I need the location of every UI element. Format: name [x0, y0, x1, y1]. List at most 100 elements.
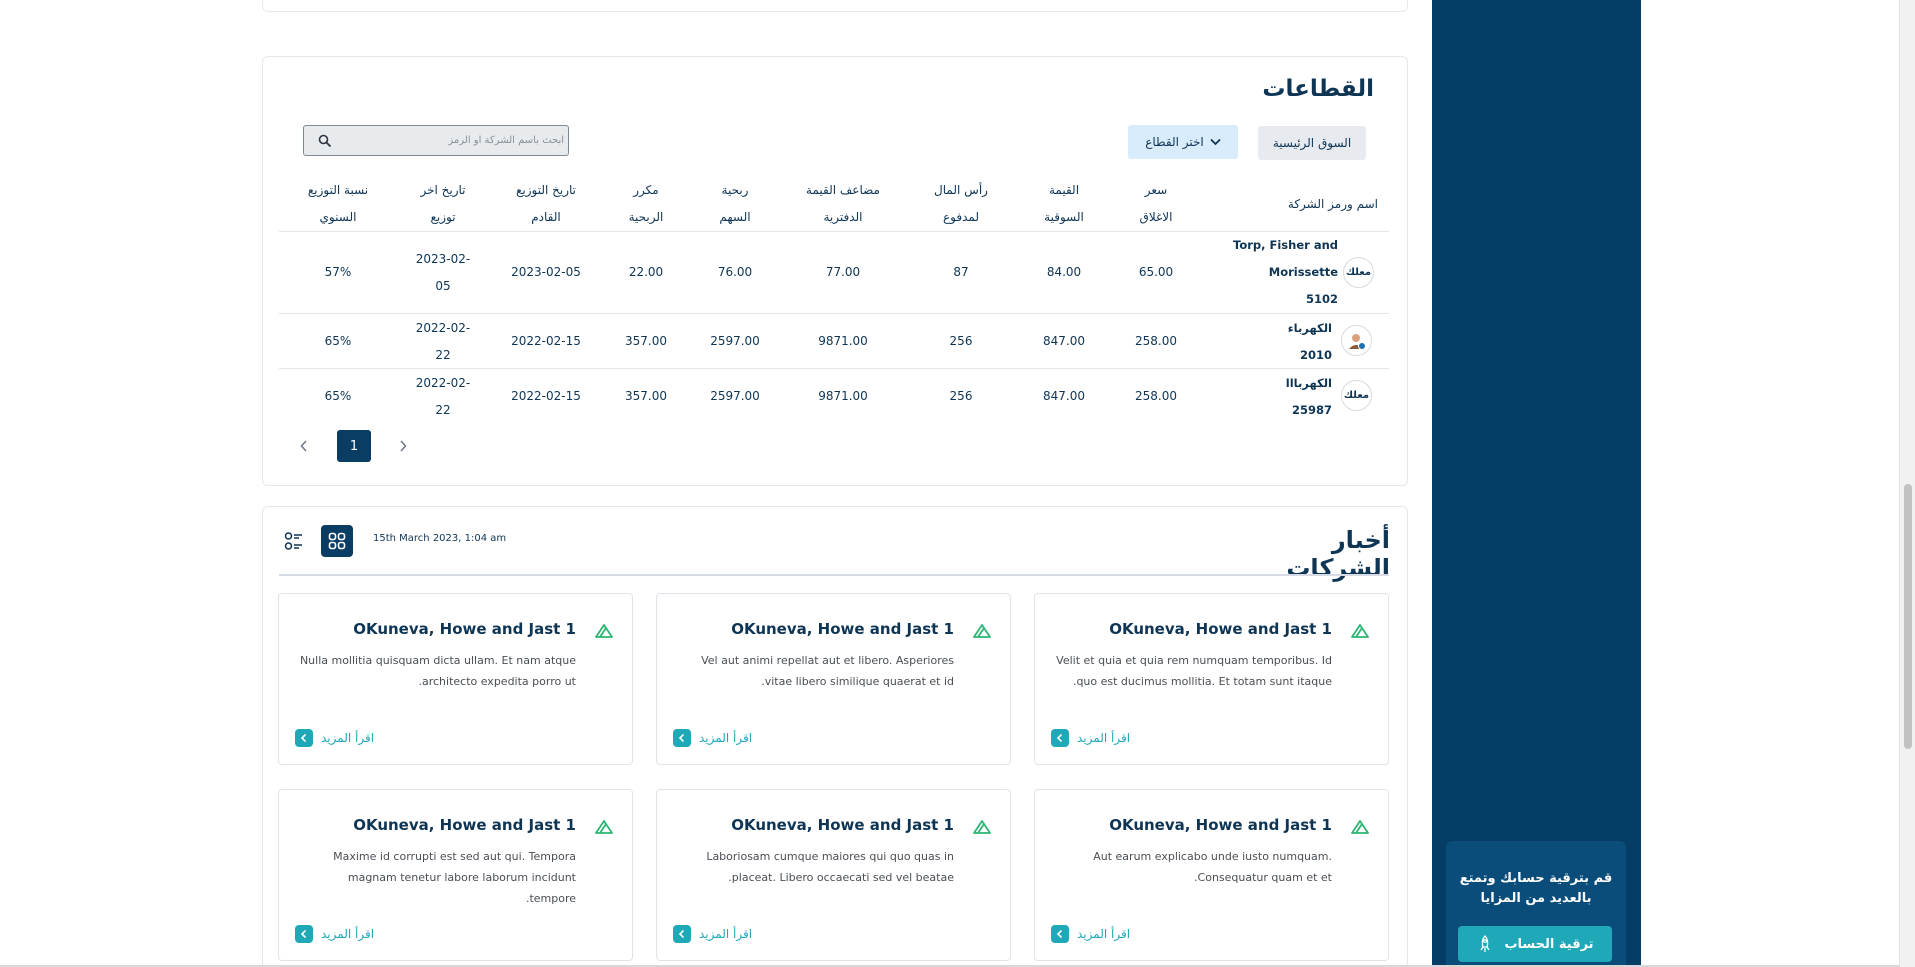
read-more-link[interactable]: اقرأ المزيد	[673, 729, 752, 747]
table-divider	[279, 313, 1389, 314]
header-paid-capital: رأس المال لمدفوع	[934, 183, 988, 224]
news-divider	[279, 574, 1389, 576]
eps: 2597.00	[710, 389, 760, 403]
news-item-title: OKuneva, Howe and Jast 1	[731, 816, 954, 834]
company-search[interactable]	[303, 125, 569, 156]
chevron-right-icon	[400, 440, 407, 452]
sector-select-label: اختر القطاع	[1145, 135, 1204, 149]
news-item-text: Vel aut animi repellat aut et libero. As…	[701, 654, 954, 688]
header-market-value: القيمة السوقية	[1044, 183, 1084, 224]
read-more-label: اقرأ المزيد	[321, 927, 375, 941]
last-distribution: 2023-02- 05	[415, 252, 471, 293]
read-more-label: اقرأ المزيد	[699, 927, 753, 941]
list-view-button[interactable]	[278, 525, 310, 557]
close-price: 65.00	[1138, 265, 1174, 279]
news-item-title: OKuneva, Howe and Jast 1	[353, 816, 576, 834]
chevron-left-icon	[295, 925, 313, 943]
close-price: 258.00	[1135, 334, 1177, 348]
avatar-icon	[1348, 333, 1366, 350]
annual-ratio: 65%	[324, 334, 352, 348]
search-input[interactable]	[340, 126, 564, 155]
header-company: اسم ورمز الشركة	[1287, 197, 1378, 211]
news-item-text: Velit et quia et quia rem numquam tempor…	[1056, 654, 1332, 688]
news-item-text: Nulla mollitia quisquam dicta ullam. Et …	[299, 654, 576, 688]
market-value: 84.00	[1046, 265, 1082, 279]
company-name: الكهرباء 2010	[1287, 321, 1332, 362]
scrollbar[interactable]	[1899, 0, 1915, 967]
pagination-next[interactable]	[396, 434, 410, 458]
read-more-link[interactable]: اقرأ المزيد	[1051, 925, 1130, 943]
main-market-label: السوق الرئيسية	[1272, 136, 1352, 150]
news-item-text: Aut earum explicabo unde iusto numquam. …	[1093, 850, 1332, 884]
upgrade-text: قم بترقية حسابك وتمتع بالعديد من المزايا	[1459, 871, 1613, 906]
paid-capital: 87	[953, 265, 969, 279]
search-icon	[318, 134, 332, 148]
news-item-text: Laboriosam cumque maiores qui quo quas i…	[706, 850, 954, 884]
news-date: 15th March 2023, 1:04 am	[373, 533, 507, 544]
company-avatar	[1341, 325, 1372, 356]
nuxt-logo-icon	[595, 624, 613, 638]
header-last-distribution: تاريخ اخر توزيع	[420, 183, 466, 224]
table-divider	[279, 368, 1389, 369]
chevron-left-icon	[295, 729, 313, 747]
last-distribution: 2022-02- 22	[415, 376, 471, 417]
read-more-link[interactable]: اقرأ المزيد	[295, 729, 374, 747]
read-more-label: اقرأ المزيد	[321, 731, 375, 745]
eps: 76.00	[717, 265, 753, 279]
nuxt-logo-icon	[973, 820, 991, 834]
close-price: 258.00	[1135, 389, 1177, 403]
company-logo: معلك	[1341, 380, 1372, 411]
list-icon	[284, 532, 302, 550]
nuxt-logo-icon	[1351, 820, 1369, 834]
news-item[interactable]: OKuneva, Howe and Jast 1 Aut earum expli…	[1034, 789, 1389, 961]
chevron-left-icon	[300, 440, 307, 452]
pe: 22.00	[628, 265, 664, 279]
nuxt-logo-icon	[595, 820, 613, 834]
next-distribution: 2022-02-15	[511, 389, 581, 403]
nuxt-logo-icon	[1351, 624, 1369, 638]
pe: 357.00	[625, 334, 667, 348]
pagination-prev[interactable]	[297, 434, 311, 458]
upgrade-account-button[interactable]: ترقية الحساب	[1458, 926, 1612, 962]
main-market-button[interactable]: السوق الرئيسية	[1258, 126, 1366, 160]
last-distribution: 2022-02- 22	[415, 321, 471, 362]
upgrade-card: قم بترقية حسابك وتمتع بالعديد من المزايا…	[1446, 841, 1626, 967]
news-item[interactable]: OKuneva, Howe and Jast 1 Velit et quia e…	[1034, 593, 1389, 765]
previous-section-card	[262, 0, 1408, 12]
read-more-link[interactable]: اقرأ المزيد	[673, 925, 752, 943]
news-item-title: OKuneva, Howe and Jast 1	[353, 620, 576, 638]
chevron-down-icon	[1210, 138, 1221, 146]
chevron-left-icon	[673, 925, 691, 943]
header-close-price: سعر الاغلاق	[1139, 183, 1173, 224]
paid-capital: 256	[949, 334, 973, 348]
company-name: Torp, Fisher and Morissette 5102	[1233, 238, 1338, 306]
chevron-left-icon	[1051, 729, 1069, 747]
news-item[interactable]: OKuneva, Howe and Jast 1 Maxime id corru…	[278, 789, 633, 961]
grid-view-button[interactable]	[321, 525, 353, 557]
news-item-title: OKuneva, Howe and Jast 1	[1109, 620, 1332, 638]
next-distribution: 2022-02-15	[511, 334, 581, 348]
sectors-title: القطاعات	[1262, 76, 1374, 102]
scrollbar-thumb[interactable]	[1904, 484, 1912, 749]
read-more-label: اقرأ المزيد	[699, 731, 753, 745]
header-eps: ربحية السهم	[719, 183, 751, 224]
pagination-page[interactable]: 1	[337, 430, 371, 462]
grid-icon	[328, 532, 346, 550]
news-item[interactable]: OKuneva, Howe and Jast 1 Nulla mollitia …	[278, 593, 633, 765]
chevron-left-icon	[1051, 925, 1069, 943]
paid-capital: 256	[949, 389, 973, 403]
read-more-label: اقرأ المزيد	[1077, 731, 1131, 745]
header-pe: مكرر الربحية	[628, 183, 664, 224]
news-item[interactable]: OKuneva, Howe and Jast 1 Laboriosam cumq…	[656, 789, 1011, 961]
annual-ratio: 57%	[324, 265, 352, 279]
annual-ratio: 65%	[324, 389, 352, 403]
upgrade-button-label: ترقية الحساب	[1504, 936, 1594, 952]
header-book-multiplier: مضاعف القيمة الدفترية	[806, 183, 880, 224]
book-multiplier: 9871.00	[818, 334, 868, 348]
news-item[interactable]: OKuneva, Howe and Jast 1 Vel aut animi r…	[656, 593, 1011, 765]
read-more-link[interactable]: اقرأ المزيد	[295, 925, 374, 943]
read-more-link[interactable]: اقرأ المزيد	[1051, 729, 1130, 747]
sector-select-dropdown[interactable]: اختر القطاع	[1128, 125, 1238, 159]
rocket-icon	[1480, 935, 1491, 952]
book-multiplier: 77.00	[825, 265, 861, 279]
